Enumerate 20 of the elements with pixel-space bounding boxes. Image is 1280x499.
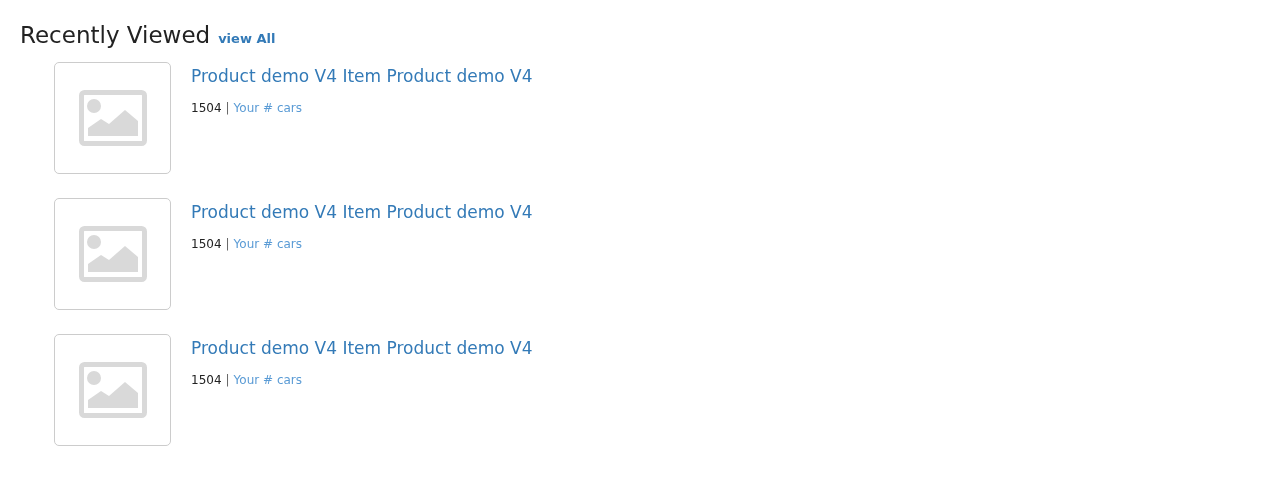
product-number: 1504 — [191, 371, 222, 389]
thumbnail-frame[interactable] — [54, 62, 171, 174]
image-placeholder-icon — [78, 362, 147, 418]
view-all-link[interactable]: view All — [218, 29, 276, 49]
product-number: 1504 — [191, 235, 222, 253]
image-placeholder-icon — [78, 226, 147, 282]
cars-link[interactable]: Your # cars — [233, 234, 303, 253]
section-title: Recently Viewed — [20, 21, 211, 50]
thumbnail-frame[interactable] — [54, 198, 171, 310]
product-number: 1504 — [191, 99, 222, 117]
image-placeholder-icon — [78, 90, 147, 146]
cars-link[interactable]: Your # cars — [233, 370, 303, 389]
product-title-link[interactable]: Product demo V4 Item Product demo V4 — [191, 200, 533, 226]
separator: | — [225, 99, 230, 117]
cars-link[interactable]: Your # cars — [233, 98, 303, 117]
product-title-link[interactable]: Product demo V4 Item Product demo V4 — [191, 64, 533, 90]
product-title-link[interactable]: Product demo V4 Item Product demo V4 — [191, 336, 533, 362]
separator: | — [225, 371, 230, 389]
thumbnail-frame[interactable] — [54, 334, 171, 446]
separator: | — [225, 235, 230, 253]
